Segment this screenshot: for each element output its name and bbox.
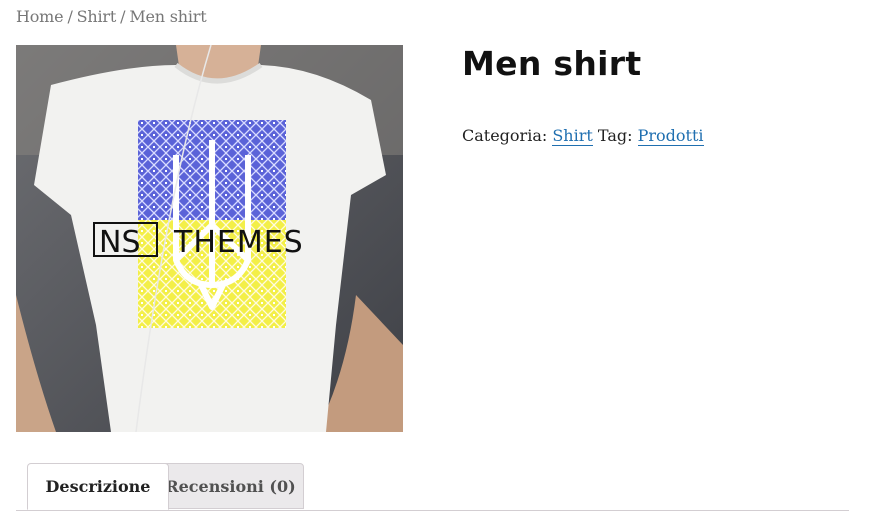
breadcrumb-category-link[interactable]: Shirt [77,7,117,26]
tag-label: Tag: [597,126,633,145]
breadcrumb-separator: / [67,7,73,26]
product-image[interactable]: NS THEMES [16,45,403,432]
tab-description[interactable]: Descrizione [27,463,169,510]
breadcrumb-separator: / [120,7,126,26]
breadcrumb-home-link[interactable]: Home [16,7,64,26]
product-title: Men shirt [462,44,642,83]
tab-reviews[interactable]: Recensioni (0) [157,463,304,509]
category-link[interactable]: Shirt [552,126,593,146]
logo-box-text: NS [99,225,140,260]
logo-text: THEMES [173,225,304,260]
breadcrumb-current: Men shirt [129,7,207,26]
breadcrumb: Home / Shirt / Men shirt [16,7,207,26]
product-tabs: Recensioni (0) Descrizione [16,463,849,511]
category-label: Categoria: [462,126,548,145]
product-meta: Categoria: Shirt Tag: Prodotti [462,126,704,146]
tag-link[interactable]: Prodotti [637,126,704,146]
product-photo: NS THEMES [16,45,403,432]
